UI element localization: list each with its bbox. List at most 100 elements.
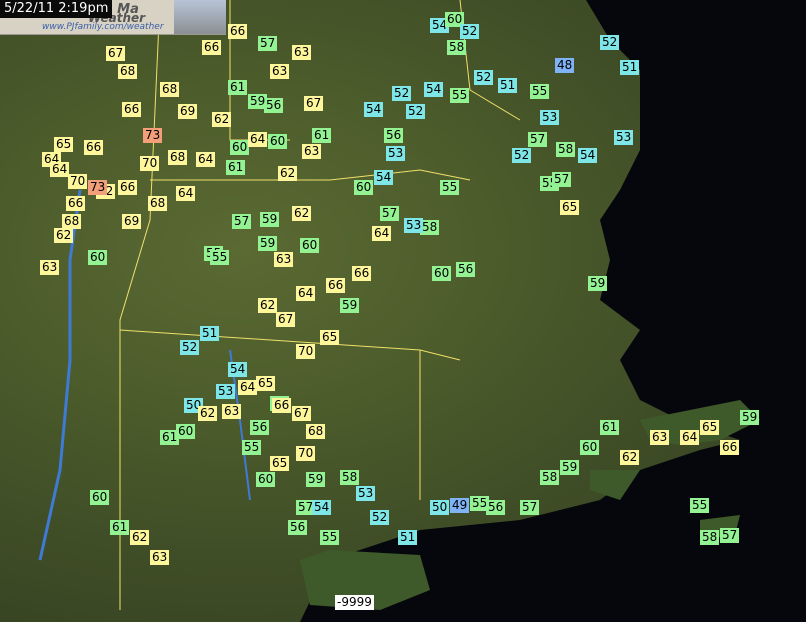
temperature-label: 73 (143, 128, 163, 143)
temperature-label: 54 (312, 500, 332, 515)
temperature-label: 60 (90, 490, 110, 505)
temperature-label: 53 (356, 486, 376, 501)
temperature-label: 55 (690, 498, 710, 513)
temperature-label: 65 (320, 330, 340, 345)
temperature-label: 73 (88, 180, 108, 195)
temperature-label: 52 (180, 340, 200, 355)
temperature-label: 65 (54, 137, 74, 152)
timestamp: 5/22/11 2:19pm (0, 0, 113, 18)
temperature-label: 61 (226, 160, 246, 175)
temperature-label: 54 (364, 102, 384, 117)
temperature-label: 55 (440, 180, 460, 195)
temperature-label: 68 (148, 196, 168, 211)
temperature-label: 60 (300, 238, 320, 253)
temperature-label: 66 (720, 440, 740, 455)
temperature-label: 67 (304, 96, 324, 111)
temperature-label: 62 (278, 166, 298, 181)
temperature-label: 66 (228, 24, 248, 39)
temperature-label: 58 (447, 40, 467, 55)
temperature-label: 64 (248, 132, 268, 147)
temperature-label: 62 (198, 406, 218, 421)
temperature-label: 56 (288, 520, 308, 535)
temperature-label: 60 (88, 250, 108, 265)
temperature-label: 52 (370, 510, 390, 525)
temperature-label: 50 (430, 500, 450, 515)
temperature-label: 70 (296, 446, 316, 461)
temperature-label: 54 (228, 362, 248, 377)
temperature-label: 49 (450, 498, 470, 513)
temperature-label: 70 (68, 174, 88, 189)
temperature-label: 54 (424, 82, 444, 97)
temperature-label: 68 (168, 150, 188, 165)
temperature-label: 55 (450, 88, 470, 103)
temperature-label: 66 (352, 266, 372, 281)
temperature-label: 62 (54, 228, 74, 243)
temperature-label: 67 (276, 312, 296, 327)
temperature-label: 60 (268, 134, 288, 149)
temperature-label: 57 (552, 172, 572, 187)
temperature-label: 52 (460, 24, 480, 39)
temperature-label: 66 (118, 180, 138, 195)
temperature-label: 63 (270, 64, 290, 79)
temperature-label: 57 (232, 214, 252, 229)
temperature-label: 52 (512, 148, 532, 163)
temperature-label: 63 (302, 144, 322, 159)
temperature-label: 58 (540, 470, 560, 485)
temperature-label: 66 (84, 140, 104, 155)
temperature-label: 68 (160, 82, 180, 97)
temperature-label: 56 (456, 262, 476, 277)
temperature-label: 68 (306, 424, 326, 439)
temperature-label: 60 (354, 180, 374, 195)
temperature-label: 63 (274, 252, 294, 267)
temperature-label: 62 (212, 112, 232, 127)
temperature-label: 51 (620, 60, 640, 75)
temperature-label: 63 (292, 45, 312, 60)
temperature-label: 57 (258, 36, 278, 51)
temperature-label: 57 (520, 500, 540, 515)
temperature-label: 70 (140, 156, 160, 171)
temperature-label: 53 (614, 130, 634, 145)
temperature-label: 58 (700, 530, 720, 545)
temperature-label: 64 (196, 152, 216, 167)
temperature-label: 55 (210, 250, 230, 265)
temperature-label: 53 (404, 218, 424, 233)
temperature-label: 60 (230, 140, 250, 155)
temperature-label: 63 (650, 430, 670, 445)
temperature-label: 52 (600, 35, 620, 50)
temperature-label: 70 (296, 344, 316, 359)
temperature-label: 66 (272, 398, 292, 413)
temperature-label: 51 (498, 78, 518, 93)
temperature-label: 59 (740, 410, 760, 425)
temperature-label: 64 (176, 186, 196, 201)
temperature-label: 59 (248, 94, 268, 109)
missing-station-label: -9999 (335, 595, 374, 610)
temperature-label: 53 (216, 384, 236, 399)
temperature-label: 59 (560, 460, 580, 475)
temperature-label: 63 (222, 404, 242, 419)
temperature-label: 56 (486, 500, 506, 515)
temperature-label: 61 (110, 520, 130, 535)
temperature-label: 64 (372, 226, 392, 241)
temperature-label: 69 (122, 214, 142, 229)
temperature-label: 52 (406, 104, 426, 119)
temperature-label: 66 (326, 278, 346, 293)
weather-map: rd, Ma Weather www.PJfamily.com/weather … (0, 0, 806, 622)
temperature-label: 65 (700, 420, 720, 435)
temperature-label: 66 (66, 196, 86, 211)
temperature-label: 64 (680, 430, 700, 445)
state-border (119, 0, 161, 610)
temperature-label: 62 (130, 530, 150, 545)
temperature-label: 65 (270, 456, 290, 471)
state-border (119, 329, 461, 361)
temperature-label: 60 (432, 266, 452, 281)
temperature-label: 54 (374, 170, 394, 185)
temperature-label: 63 (40, 260, 60, 275)
temperature-label: 58 (340, 470, 360, 485)
temperature-label: 55 (320, 530, 340, 545)
temperature-label: 52 (474, 70, 494, 85)
state-border (150, 169, 471, 181)
temperature-label: 59 (306, 472, 326, 487)
temperature-label: 64 (238, 380, 258, 395)
temperature-label: 53 (386, 146, 406, 161)
temperature-label: 59 (588, 276, 608, 291)
